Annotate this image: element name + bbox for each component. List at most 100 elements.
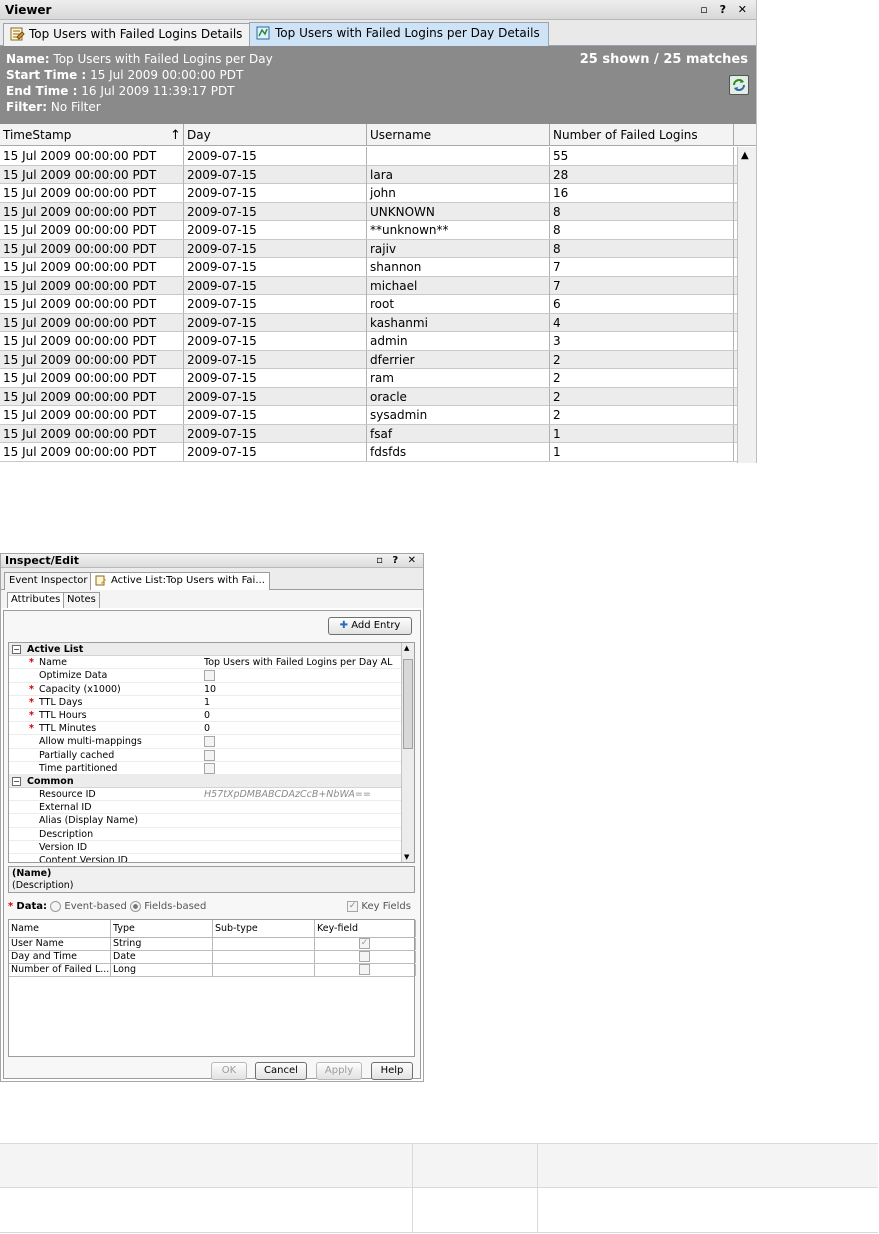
table-row[interactable]: 15 Jul 2009 00:00:00 PDT 2009-07-15 admin 3 bbox=[0, 332, 737, 351]
property-value[interactable]: Top Users with Failed Logins per Day AL bbox=[204, 656, 392, 669]
table-cell: 15 Jul 2009 00:00:00 PDT bbox=[0, 332, 184, 350]
filter-value: No Filter bbox=[50, 100, 101, 114]
table-row[interactable]: 15 Jul 2009 00:00:00 PDT 2009-07-15 kashan… bbox=[0, 313, 737, 332]
col-key-field[interactable]: Key-field bbox=[315, 920, 416, 937]
fields-based-radio[interactable] bbox=[130, 900, 142, 912]
table-row[interactable]: 15 Jul 2009 00:00:00 PDT 2009-07-15 **unkn… bbox=[0, 221, 737, 240]
table-row[interactable]: 15 Jul 2009 00:00:00 PDT 2009-07-15 oracle… bbox=[0, 387, 737, 406]
viewer-window-controls[interactable]: ▫ ? ✕ bbox=[700, 0, 751, 20]
table-row[interactable]: 15 Jul 2009 00:00:00 PDT 2009-07-15 fsaf 1 bbox=[0, 424, 737, 443]
property-row[interactable]: Content Version ID bbox=[9, 854, 414, 862]
apply-button[interactable]: Apply bbox=[316, 1062, 362, 1080]
viewer-titlebar: Viewer ▫ ? ✕ bbox=[0, 0, 756, 20]
property-row[interactable]: Alias (Display Name) bbox=[9, 814, 414, 828]
table-cell: 15 Jul 2009 00:00:00 PDT bbox=[0, 424, 184, 443]
property-row[interactable]: Partially cached bbox=[9, 749, 414, 762]
property-row[interactable]: Version ID bbox=[9, 841, 414, 854]
key-fields-toggle[interactable]: ✓ Key Fields bbox=[347, 898, 411, 916]
property-row[interactable]: Time partitioned bbox=[9, 762, 414, 775]
field-row[interactable]: User Name String ✓ bbox=[9, 938, 416, 951]
col-name[interactable]: Name bbox=[9, 920, 111, 937]
tab-failed-logins-per-day-details[interactable]: Top Users with Failed Logins per Day Det… bbox=[249, 22, 549, 46]
col-type[interactable]: Type bbox=[111, 920, 213, 937]
table-row[interactable]: 15 Jul 2009 00:00:00 PDT 2009-07-15 dferri… bbox=[0, 350, 737, 369]
inspect-window-controls[interactable]: ▫ ? ✕ bbox=[376, 554, 419, 568]
tab-failed-logins-details[interactable]: Top Users with Failed Logins Details bbox=[3, 23, 252, 46]
property-label: Optimize Data bbox=[39, 670, 108, 682]
property-checkbox[interactable] bbox=[204, 762, 215, 774]
property-checkbox[interactable] bbox=[204, 736, 215, 748]
property-row[interactable]: Allow multi-mappings bbox=[9, 735, 414, 749]
property-row[interactable]: Optimize Data bbox=[9, 669, 414, 683]
empty-table-header bbox=[0, 1143, 878, 1188]
column-header-day[interactable]: Day bbox=[184, 124, 367, 146]
table-row[interactable]: 15 Jul 2009 00:00:00 PDT 2009-07-15 UNKNOW… bbox=[0, 202, 737, 221]
scroll-up-icon[interactable]: ▲ bbox=[404, 644, 409, 652]
table-cell: 2009-07-15 bbox=[184, 239, 367, 258]
table-row[interactable]: 15 Jul 2009 00:00:00 PDT 2009-07-15 rajiv 8 bbox=[0, 239, 737, 258]
property-value[interactable]: 10 bbox=[204, 683, 216, 696]
table-cell: 2009-07-15 bbox=[184, 443, 367, 461]
scroll-up-icon[interactable]: ▲ bbox=[741, 150, 749, 161]
table-row[interactable]: 15 Jul 2009 00:00:00 PDT 2009-07-15 55 bbox=[0, 147, 737, 166]
property-row[interactable]: External ID bbox=[9, 801, 414, 815]
property-row[interactable]: Resource ID H57tXpDMBABCDAzCcB+NbWA== bbox=[9, 788, 414, 802]
field-cell-key bbox=[315, 951, 416, 963]
property-row[interactable]: * Name Top Users with Failed Logins per Da… bbox=[9, 656, 414, 670]
section-header[interactable]: − Common bbox=[9, 774, 414, 789]
tab-event-inspector[interactable]: Event Inspector bbox=[4, 572, 93, 590]
property-row[interactable]: * TTL Hours 0 bbox=[9, 709, 414, 723]
query-info-panel: Name: Top Users with Failed Logins per D… bbox=[0, 46, 756, 124]
collapse-icon[interactable]: − bbox=[12, 776, 21, 786]
table-cell: 2009-07-15 bbox=[184, 202, 367, 221]
event-based-radio[interactable] bbox=[50, 900, 62, 912]
table-row[interactable]: 15 Jul 2009 00:00:00 PDT 2009-07-15 root 6 bbox=[0, 295, 737, 314]
table-row[interactable]: 15 Jul 2009 00:00:00 PDT 2009-07-15 shanno… bbox=[0, 258, 737, 277]
tab-attributes[interactable]: Attributes bbox=[7, 592, 65, 608]
help-button[interactable]: Help bbox=[371, 1062, 413, 1080]
table-cell: 15 Jul 2009 00:00:00 PDT bbox=[0, 165, 184, 184]
field-row[interactable]: Day and Time Date bbox=[9, 951, 416, 964]
property-row[interactable]: Description bbox=[9, 828, 414, 841]
table-row[interactable]: 15 Jul 2009 00:00:00 PDT 2009-07-15 lara 28 bbox=[0, 165, 737, 184]
table-row[interactable]: 15 Jul 2009 00:00:00 PDT 2009-07-15 sysadm… bbox=[0, 406, 737, 425]
property-checkbox[interactable] bbox=[204, 749, 215, 761]
collapse-icon[interactable]: − bbox=[12, 645, 21, 654]
table-row[interactable]: 15 Jul 2009 00:00:00 PDT 2009-07-15 ram 2 bbox=[0, 369, 737, 388]
table-row[interactable]: 15 Jul 2009 00:00:00 PDT 2009-07-15 john 16 bbox=[0, 184, 737, 203]
section-header[interactable]: − Active List bbox=[9, 643, 414, 657]
table-cell: **unknown** bbox=[367, 221, 550, 239]
refresh-button[interactable] bbox=[729, 75, 749, 95]
scroll-down-icon[interactable]: ▼ bbox=[404, 853, 409, 861]
property-scrollbar[interactable]: ▲ ▼ bbox=[401, 643, 414, 862]
property-row[interactable]: * Capacity (x1000) 10 bbox=[9, 683, 414, 696]
property-value[interactable]: 1 bbox=[204, 696, 210, 709]
checkmark-icon[interactable]: ✓ bbox=[359, 938, 370, 949]
name-value: Top Users with Failed Logins per Day bbox=[53, 52, 273, 66]
property-row[interactable]: * TTL Days 1 bbox=[9, 696, 414, 709]
field-cell-type: Long bbox=[111, 964, 213, 976]
column-header-failed-logins[interactable]: Number of Failed Logins bbox=[550, 124, 734, 146]
grid-scrollbar[interactable]: ▲ bbox=[737, 147, 756, 463]
add-entry-button[interactable]: ✚ Add Entry bbox=[328, 617, 412, 635]
fields-table: Name Type Sub-type Key-field User Name St… bbox=[8, 919, 416, 1057]
column-header-username[interactable]: Username bbox=[367, 124, 550, 146]
key-field-checkbox[interactable] bbox=[359, 964, 370, 975]
table-row[interactable]: 15 Jul 2009 00:00:00 PDT 2009-07-15 michae… bbox=[0, 276, 737, 295]
cancel-button[interactable]: Cancel bbox=[255, 1062, 307, 1080]
field-row[interactable]: Number of Failed L... Long bbox=[9, 964, 416, 977]
ok-button[interactable]: OK bbox=[211, 1062, 247, 1080]
scroll-thumb[interactable] bbox=[403, 659, 413, 749]
property-value[interactable]: 0 bbox=[204, 722, 210, 735]
property-row[interactable]: * TTL Minutes 0 bbox=[9, 722, 414, 736]
property-value[interactable]: 0 bbox=[204, 709, 210, 722]
tab-active-list[interactable]: Active List:Top Users with Fai... bbox=[90, 572, 270, 590]
col-subtype[interactable]: Sub-type bbox=[213, 920, 315, 937]
table-cell: 28 bbox=[550, 165, 734, 184]
column-header-timestamp[interactable]: TimeStamp ↑ bbox=[0, 124, 184, 146]
field-cell-subtype bbox=[213, 938, 315, 950]
key-field-checkbox[interactable] bbox=[359, 951, 370, 962]
property-checkbox[interactable] bbox=[204, 670, 215, 682]
table-row[interactable]: 15 Jul 2009 00:00:00 PDT 2009-07-15 fdsfds… bbox=[0, 443, 737, 462]
tab-notes[interactable]: Notes bbox=[63, 592, 100, 608]
